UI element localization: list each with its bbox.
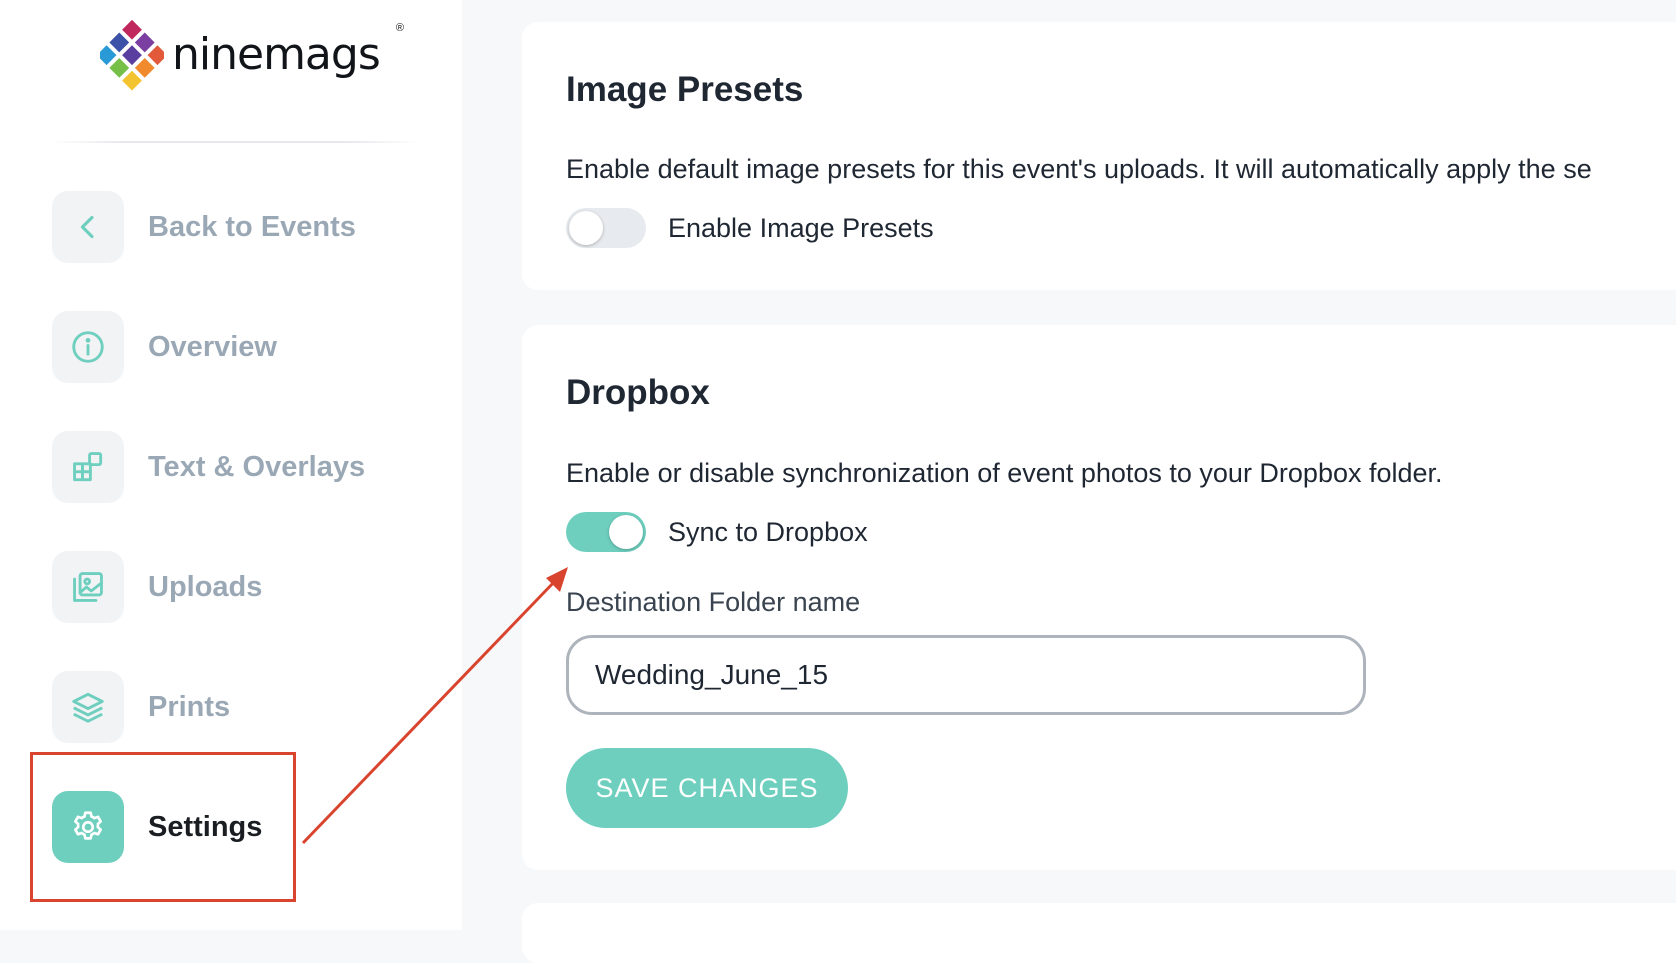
image-gallery-icon: [73, 572, 103, 602]
brand-name: ninemags: [172, 28, 381, 80]
sync-to-dropbox-toggle[interactable]: [566, 512, 646, 552]
sidebar-item-label: Back to Events: [148, 210, 356, 243]
ninemags-logo-icon: [100, 20, 164, 91]
toggle-knob: [569, 211, 603, 245]
registered-mark: ®: [395, 22, 404, 34]
image-presets-card: Image Presets Enable default image prese…: [522, 22, 1676, 290]
image-presets-description: Enable default image presets for this ev…: [566, 154, 1592, 184]
enable-image-presets-label: Enable Image Presets: [668, 212, 934, 243]
nav-icon-tile: [52, 431, 124, 503]
sync-to-dropbox-row[interactable]: Sync to Dropbox: [566, 512, 868, 552]
sidebar-item-text-overlays[interactable]: Text & Overlays: [52, 431, 432, 503]
image-presets-title: Image Presets: [566, 70, 804, 109]
dropbox-title: Dropbox: [566, 373, 710, 412]
brand-logo[interactable]: ninemags ®: [100, 18, 404, 98]
info-circle-icon: [72, 331, 104, 363]
destination-folder-input[interactable]: [566, 635, 1366, 715]
sync-to-dropbox-label: Sync to Dropbox: [668, 516, 868, 547]
layers-icon: [72, 692, 104, 723]
destination-folder-label: Destination Folder name: [566, 587, 861, 617]
sidebar-item-label: Uploads: [148, 570, 263, 603]
settings-highlight-box: [30, 752, 296, 902]
sidebar-item-back-to-events[interactable]: Back to Events: [52, 191, 432, 263]
sidebar-divider: [50, 141, 420, 143]
next-settings-card: [522, 903, 1676, 963]
chevron-left-icon: [80, 215, 94, 239]
enable-image-presets-toggle[interactable]: [566, 208, 646, 248]
save-changes-button[interactable]: SAVE CHANGES: [566, 748, 848, 828]
layout-blocks-icon: [73, 452, 103, 482]
enable-image-presets-row[interactable]: Enable Image Presets: [566, 208, 934, 248]
sidebar-item-uploads[interactable]: Uploads: [52, 551, 432, 623]
toggle-knob: [609, 515, 643, 549]
nav-icon-tile: [52, 671, 124, 743]
nav-icon-tile: [52, 551, 124, 623]
sidebar-item-label: Text & Overlays: [148, 450, 366, 483]
dropbox-description: Enable or disable synchronization of eve…: [566, 458, 1443, 488]
sidebar-item-overview[interactable]: Overview: [52, 311, 432, 383]
nav-icon-tile: [52, 191, 124, 263]
nav-icon-tile: [52, 311, 124, 383]
dropbox-card: Dropbox Enable or disable synchronizatio…: [522, 325, 1676, 870]
sidebar-item-prints[interactable]: Prints: [52, 671, 432, 743]
sidebar-item-label: Overview: [148, 330, 277, 363]
sidebar-item-label: Prints: [148, 690, 231, 723]
